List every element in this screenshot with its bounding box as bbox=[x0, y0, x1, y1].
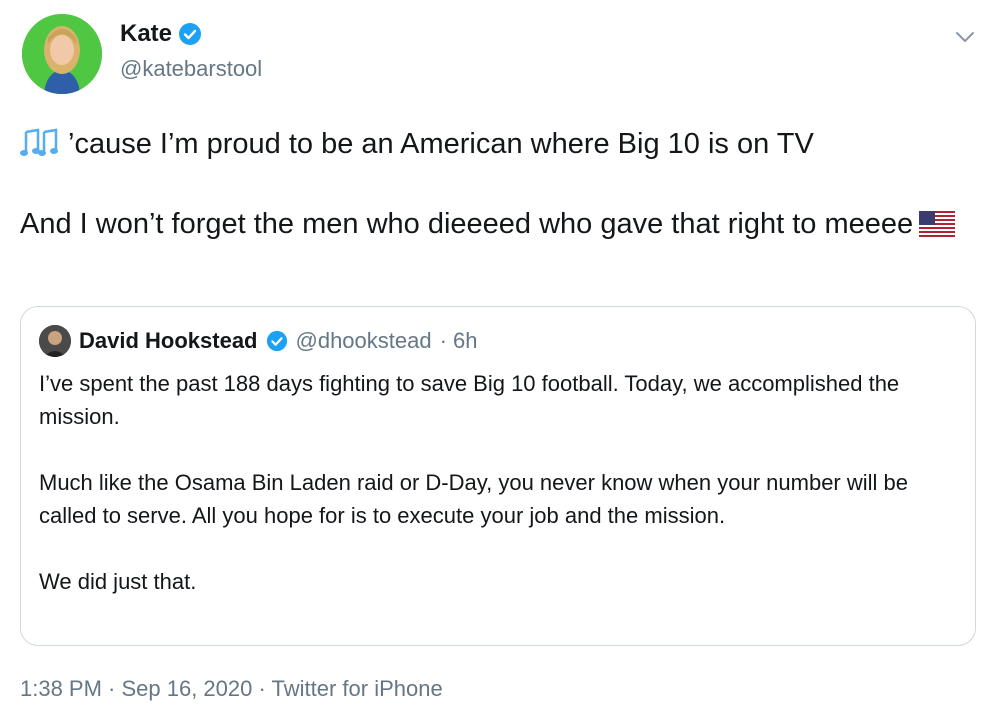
author-name[interactable]: Kate bbox=[120, 20, 172, 48]
quoted-paragraph-1: I’ve spent the past 188 days fighting to… bbox=[39, 371, 900, 429]
tweet-line-2: And I won’t forget the men who dieeeed w… bbox=[20, 208, 914, 240]
quoted-paragraph-2: Much like the Osama Bin Laden raid or D-… bbox=[39, 470, 908, 528]
quoted-author-avatar bbox=[39, 325, 71, 357]
verified-badge-icon bbox=[179, 23, 202, 45]
author-avatar[interactable] bbox=[22, 14, 102, 94]
quoted-author-name: David Hookstead bbox=[79, 328, 258, 353]
chevron-down-icon[interactable] bbox=[952, 24, 978, 50]
tweet-line-1: ’cause I’m proud to be an American where… bbox=[68, 128, 814, 160]
verified-badge-icon bbox=[266, 330, 287, 352]
quoted-paragraph-3: We did just that. bbox=[39, 569, 197, 594]
tweet-text: ’cause I’m proud to be an American where… bbox=[20, 124, 960, 244]
tweet-timestamp[interactable]: 1:38 PM · Sep 16, 2020 · Twitter for iPh… bbox=[20, 676, 443, 702]
us-flag-icon bbox=[919, 211, 956, 237]
quoted-tweet-age: · 6h bbox=[439, 328, 478, 353]
author-handle[interactable]: @katebarstool bbox=[120, 56, 262, 82]
quoted-tweet[interactable]: David Hookstead @dhookstead · 6h I’ve sp… bbox=[20, 306, 976, 646]
musical-notes-icon bbox=[20, 128, 58, 156]
quoted-author-handle: @dhookstead bbox=[295, 328, 432, 353]
quoted-tweet-text: I’ve spent the past 188 days fighting to… bbox=[39, 367, 959, 598]
